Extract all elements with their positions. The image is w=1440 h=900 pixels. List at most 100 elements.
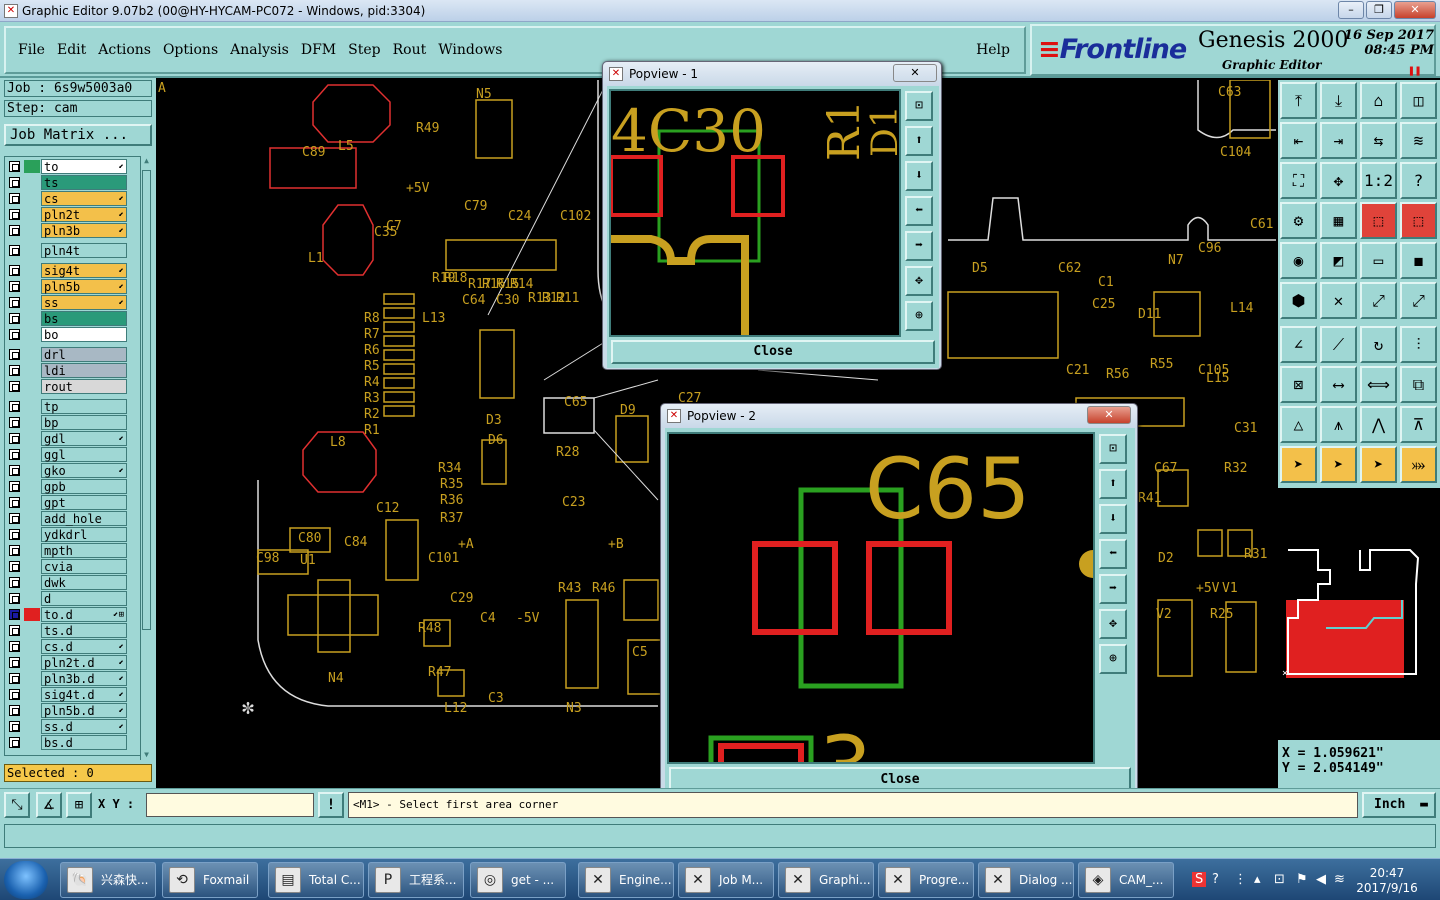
layer-checkbox[interactable] xyxy=(9,449,20,460)
layer-name[interactable]: d xyxy=(41,591,127,606)
layer-checkbox[interactable] xyxy=(9,737,20,748)
home-icon[interactable]: ⌂ xyxy=(1360,82,1397,119)
layer-color-swatch[interactable] xyxy=(24,736,40,749)
layer-name[interactable]: ss.d ⬋ xyxy=(41,719,127,734)
show-hidden-icon[interactable]: ▴ xyxy=(1254,872,1261,887)
layer-row[interactable]: sig4t.d ⬋ xyxy=(7,687,127,702)
layer-checkbox[interactable] xyxy=(9,281,20,292)
layer-checkbox[interactable] xyxy=(9,609,20,620)
layer-name[interactable]: ts xyxy=(41,175,127,190)
layer-color-swatch[interactable] xyxy=(24,704,40,717)
layer-name[interactable]: cvia xyxy=(41,559,127,574)
zoom-in-icon[interactable]: ⊡ xyxy=(1099,434,1127,464)
layer-color-swatch[interactable] xyxy=(24,672,40,685)
layer-row[interactable]: sig4t ⬋ xyxy=(7,263,127,278)
job-matrix-button[interactable]: Job Matrix ... xyxy=(4,124,152,146)
popview-1-view[interactable]: 4C30 R1 D1 xyxy=(609,89,901,337)
layer-color-swatch[interactable] xyxy=(24,624,40,637)
zoom-out-icon[interactable]: ⊕ xyxy=(905,301,933,331)
layer-name[interactable]: cs.d ⬋ xyxy=(41,639,127,654)
redo-icon[interactable]: ⇥ xyxy=(1320,122,1357,159)
layer-color-swatch[interactable] xyxy=(24,720,40,733)
layer-row[interactable]: pln2t ⬋ xyxy=(7,207,127,222)
layer-checkbox[interactable] xyxy=(9,689,20,700)
layer-row[interactable]: pln4t xyxy=(7,243,127,258)
select3-icon[interactable]: ➤ xyxy=(1360,446,1397,483)
layer-row[interactable]: to ⬋ xyxy=(7,159,127,174)
taskbar-item[interactable]: ✕ Engine... xyxy=(578,862,674,898)
layer-color-swatch[interactable] xyxy=(24,544,40,557)
layer-checkbox[interactable] xyxy=(9,161,20,172)
layer-checkbox[interactable] xyxy=(9,177,20,188)
layer-row[interactable]: bp xyxy=(7,415,127,430)
taskbar-item[interactable]: ▤ Total C... xyxy=(268,862,364,898)
layer-row[interactable]: cs.d ⬋ xyxy=(7,639,127,654)
pad-icon[interactable]: ◉ xyxy=(1280,242,1317,279)
layer-color-swatch[interactable] xyxy=(24,348,40,361)
command-field[interactable] xyxy=(4,824,1436,848)
vertex-icon[interactable]: ⩚ xyxy=(1320,406,1357,443)
network-icon[interactable]: ⊡ xyxy=(1274,872,1285,887)
square-pad-icon[interactable]: ◼ xyxy=(1400,242,1437,279)
menu-rout[interactable]: Rout xyxy=(393,42,427,58)
flag-icon[interactable]: ⚑ xyxy=(1296,872,1308,887)
taskbar-item[interactable]: ✕ Dialog ... xyxy=(978,862,1074,898)
layer-color-swatch[interactable] xyxy=(24,576,40,589)
measure-icon[interactable]: ∡ xyxy=(36,792,62,818)
layer-row[interactable]: add_hole xyxy=(7,511,127,526)
layer-red-icon[interactable]: ⬚ xyxy=(1360,202,1397,239)
layer-row[interactable]: ggl xyxy=(7,447,127,462)
layer-checkbox[interactable] xyxy=(9,417,20,428)
layer-row[interactable]: mpth xyxy=(7,543,127,558)
layer-checkbox[interactable] xyxy=(9,193,20,204)
layer-name[interactable]: bo xyxy=(41,327,127,342)
layer-color-swatch[interactable] xyxy=(24,364,40,377)
triangle-icon[interactable]: △ xyxy=(1280,406,1317,443)
layer-name[interactable]: sig4t ⬋ xyxy=(41,263,127,278)
close-window-button[interactable]: ✕ xyxy=(1394,1,1436,19)
layer-row[interactable]: gko ⬋ xyxy=(7,463,127,478)
copy-icon[interactable]: ⧉ xyxy=(1400,366,1437,403)
layer-row[interactable]: ss ⬋ xyxy=(7,295,127,310)
taskbar-item[interactable]: ◎ get - ... xyxy=(470,862,566,898)
layer-name[interactable]: add_hole xyxy=(41,511,127,526)
grid-toggle-icon[interactable]: ▦ xyxy=(1320,202,1357,239)
layer-color-swatch[interactable] xyxy=(24,432,40,445)
layer-name[interactable]: ss ⬋ xyxy=(41,295,127,310)
units-selector[interactable]: Inch ▬ xyxy=(1362,792,1436,818)
layer-checkbox[interactable] xyxy=(9,313,20,324)
layer-color-swatch[interactable] xyxy=(24,312,40,325)
scroll-up-icon[interactable]: ▲ xyxy=(141,156,152,166)
layer-name[interactable]: bs xyxy=(41,311,127,326)
layer-color-swatch[interactable] xyxy=(24,296,40,309)
layer-checkbox[interactable] xyxy=(9,593,20,604)
pan-icon[interactable]: ✥ xyxy=(1320,162,1357,199)
window-icon[interactable]: ◫ xyxy=(1400,82,1437,119)
menu-windows[interactable]: Windows xyxy=(438,42,502,58)
layer-name[interactable]: pln5b.d ⬋ xyxy=(41,703,127,718)
pan-left-icon[interactable]: ⬅ xyxy=(905,196,933,226)
arch-icon[interactable]: ⋀ xyxy=(1360,406,1397,443)
layer-scrollbar[interactable]: ▲ ▼ xyxy=(140,156,152,760)
layer-checkbox[interactable] xyxy=(9,329,20,340)
layer-name[interactable]: pln3b ⬋ xyxy=(41,223,127,238)
scale-icon[interactable]: 1:2 xyxy=(1360,162,1397,199)
layer-name[interactable]: gdl ⬋ xyxy=(41,431,127,446)
layer-checkbox[interactable] xyxy=(9,513,20,524)
line2-icon[interactable]: ⤢ xyxy=(1400,282,1437,319)
scroll-thumb[interactable] xyxy=(142,170,151,630)
step-up-icon[interactable]: ⤒ xyxy=(1280,82,1317,119)
volume-icon[interactable]: ◀ xyxy=(1316,872,1326,887)
layer-color-swatch[interactable] xyxy=(24,264,40,277)
layer-red2-icon[interactable]: ⬚ xyxy=(1400,202,1437,239)
layer-name[interactable]: pln3b.d ⬋ xyxy=(41,671,127,686)
layer-name[interactable]: ydkdrl xyxy=(41,527,127,542)
layer-color-swatch[interactable] xyxy=(24,688,40,701)
layer-checkbox[interactable] xyxy=(9,545,20,556)
layer-color-swatch[interactable] xyxy=(24,592,40,605)
zoom-fit-icon[interactable]: ✥ xyxy=(905,266,933,296)
layer-row[interactable]: d xyxy=(7,591,127,606)
layer-color-swatch[interactable] xyxy=(24,656,40,669)
layer-checkbox[interactable] xyxy=(9,673,20,684)
layer-name[interactable]: bp xyxy=(41,415,127,430)
